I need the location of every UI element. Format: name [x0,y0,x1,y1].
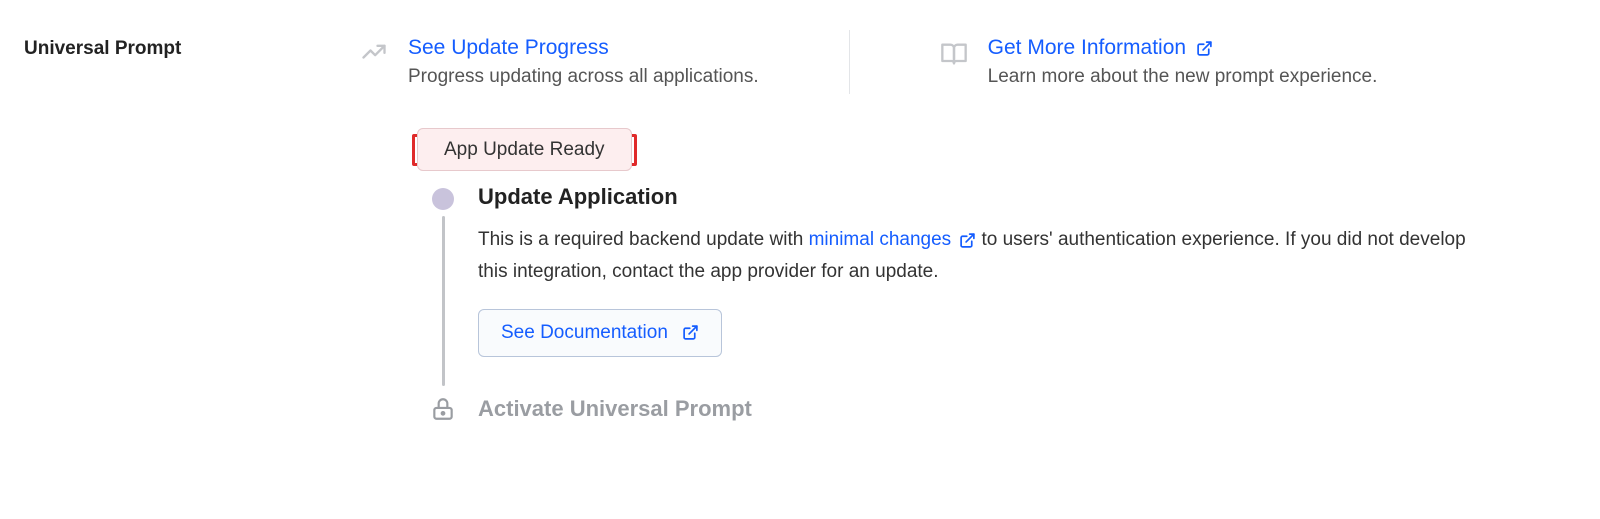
cards-col: See Update Progress Progress updating ac… [360,30,1576,94]
steps-list: Update Application This is a required ba… [430,184,1576,422]
card-title-text: See Update Progress [408,36,609,60]
card-subtitle: Progress updating across all application… [408,66,759,88]
section-label: Universal Prompt [24,38,181,59]
lock-icon [430,396,456,422]
card-title-text: Get More Information [988,36,1186,60]
locked-step-title: Activate Universal Prompt [478,396,752,422]
step-description: This is a required backend update with m… [478,224,1478,289]
section-label-col: Universal Prompt [24,30,360,60]
minimal-changes-link[interactable]: minimal changes [809,224,977,256]
content-column: App Update Ready Update Application This… [412,134,1576,422]
card-subtitle: Learn more about the new prompt experien… [988,66,1378,88]
step-dot-icon [432,188,454,210]
card-get-more-information: Get More Information Learn more about th… [849,30,1378,94]
doc-button-label: See Documentation [501,322,668,344]
external-link-icon [959,232,976,249]
see-update-progress-link[interactable]: See Update Progress [408,36,609,60]
get-more-information-link[interactable]: Get More Information [988,36,1213,60]
step-connector-line [442,216,445,386]
step-activate-universal-prompt: Activate Universal Prompt [430,396,1576,422]
badge-highlight-outline: App Update Ready [412,134,637,166]
see-documentation-button[interactable]: See Documentation [478,309,722,357]
book-open-icon [940,40,968,68]
external-link-icon [682,324,699,341]
step-update-application: Update Application This is a required ba… [430,184,1576,386]
trend-up-icon [360,40,388,68]
step-indicator-col [430,184,456,386]
top-row: Universal Prompt See Update Progress Pro… [24,30,1576,94]
external-link-icon [1196,40,1213,57]
card-see-update-progress: See Update Progress Progress updating ac… [360,30,759,94]
step-desc-before: This is a required backend update with [478,229,809,250]
step-title: Update Application [478,184,1576,210]
status-badge-app-update-ready: App Update Ready [417,128,632,171]
inline-link-text: minimal changes [809,224,952,256]
